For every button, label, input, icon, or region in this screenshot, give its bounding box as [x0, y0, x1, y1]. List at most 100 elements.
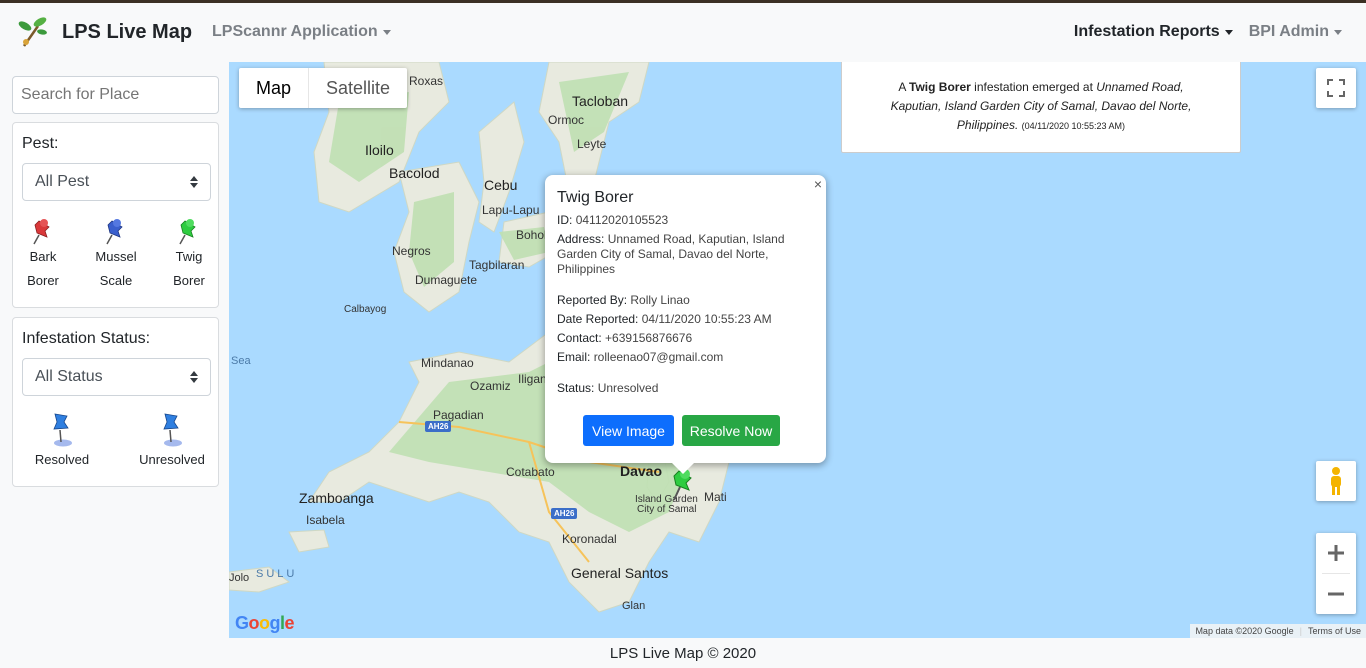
- map-label: Bacolod: [389, 165, 440, 181]
- highway-badge: AH26: [425, 421, 452, 432]
- pushpin-blue-icon: [106, 219, 123, 245]
- status-select[interactable]: All Status: [22, 358, 211, 396]
- report-middle: infestation emerged at: [974, 80, 1093, 94]
- pushpin-resolved-icon: [53, 413, 72, 447]
- select-arrows-icon: [190, 371, 198, 383]
- map-label: Davao: [620, 463, 663, 479]
- close-icon[interactable]: ×: [814, 176, 822, 192]
- legend-mussel-scale-line1: Mussel: [95, 249, 137, 264]
- map-label: Iloilo: [365, 142, 394, 158]
- report-timestamp: (04/11/2020 10:55:23 AM): [1021, 121, 1126, 131]
- zoom-control: [1316, 533, 1356, 614]
- map-label: Roxas: [409, 74, 444, 88]
- zoom-out-button[interactable]: [1316, 574, 1356, 614]
- legend-twig-borer-line2: Borer: [173, 273, 205, 288]
- map-label: Mindanao: [421, 356, 474, 370]
- legend-mussel-scale-line2: Scale: [99, 273, 133, 288]
- status-label: Infestation Status:: [22, 330, 151, 347]
- map-label: Cotabato: [506, 465, 555, 479]
- plus-icon: [1328, 545, 1344, 561]
- map-label: Ormoc: [548, 113, 584, 127]
- map-label: Jolo: [229, 572, 250, 584]
- map-type-toggle: Map Satellite: [239, 68, 408, 108]
- map-label: Ozamiz: [470, 379, 511, 393]
- info-status: Status: Unresolved: [557, 381, 659, 395]
- status-filter-card: Infestation Status: All Status Resolved …: [12, 317, 219, 487]
- fullscreen-icon: [1327, 79, 1345, 97]
- legend-unresolved-label: Unresolved: [139, 452, 205, 467]
- map-label: Cebu: [484, 177, 518, 193]
- attribution-text: Map data ©2020 Google: [1195, 626, 1294, 636]
- map-label: Pagadian: [433, 408, 484, 422]
- legend-resolved-label: Resolved: [34, 452, 90, 467]
- map-label: Mati: [704, 490, 727, 504]
- map-label: Iligan: [518, 372, 547, 386]
- caret-down-icon: [1334, 29, 1342, 35]
- map-label: Tagbilaran: [469, 258, 525, 272]
- info-contact: Contact: +639156876676: [557, 331, 693, 345]
- reports-menu-label: Infestation Reports: [1073, 23, 1220, 40]
- pest-select[interactable]: All Pest: [22, 163, 211, 201]
- map-label: Glan: [622, 600, 646, 612]
- status-select-value: All Status: [35, 368, 103, 385]
- legend-twig-borer-line1: Twig: [175, 249, 203, 264]
- map-label: Dumaguete: [415, 273, 478, 287]
- caret-down-icon: [382, 29, 391, 35]
- legend-bark-borer-line1: Bark: [29, 249, 57, 264]
- pest-filter-card: Pest: All Pest Bark Borer Mussel Scale T…: [12, 122, 219, 308]
- view-image-button[interactable]: View Image: [583, 415, 674, 446]
- latest-report-box: A Twig Borer infestation emerged at Unna…: [841, 62, 1241, 153]
- info-id: ID: 04112020105523: [557, 213, 669, 227]
- map-label: Zamboanga: [299, 490, 374, 506]
- app-logo-icon: [16, 16, 50, 50]
- brand[interactable]: LPS Live Map: [16, 16, 192, 50]
- map-label: Bohol: [516, 228, 547, 242]
- info-date: Date Reported: 04/11/2020 10:55:23 AM: [557, 312, 772, 326]
- navbar: LPS Live Map LPScannr Application Infest…: [0, 3, 1366, 62]
- sidebar: Pest: All Pest Bark Borer Mussel Scale: [0, 62, 229, 638]
- map-label: Koronadal: [562, 532, 617, 546]
- info-email: Email: rolleenao07@gmail.com: [557, 350, 724, 364]
- nav-right: Infestation Reports BPI Admin: [1074, 23, 1342, 41]
- legend-unresolved: Unresolved: [137, 412, 207, 472]
- zoom-in-button[interactable]: [1316, 533, 1356, 573]
- reports-menu-dropdown[interactable]: Infestation Reports: [1074, 23, 1233, 41]
- marker-info-window: × Twig Borer ID: 04112020105523 Address:…: [545, 175, 826, 474]
- info-title: Twig Borer: [557, 189, 634, 206]
- map-label: General Santos: [571, 565, 669, 581]
- map-label: Lapu-Lapu: [482, 203, 540, 217]
- street-view-button[interactable]: [1316, 461, 1356, 501]
- app-menu-label: LPScannr Application: [212, 23, 378, 40]
- google-logo[interactable]: Google: [235, 613, 295, 634]
- legend-mussel-scale: Mussel Scale: [93, 217, 139, 293]
- info-address: Address: Unnamed Road, Kaputian, Island …: [557, 232, 785, 276]
- map-canvas[interactable]: Map Satellite Roxas Tacloban Ormoc Iloil…: [229, 62, 1366, 638]
- map-type-satellite-button[interactable]: Satellite: [308, 68, 407, 108]
- pushpin-red-icon: [33, 219, 50, 245]
- info-reported-by: Reported By: Rolly Linao: [557, 293, 690, 307]
- pegman-icon: [1331, 467, 1341, 495]
- report-prefix: A: [898, 80, 906, 94]
- fullscreen-button[interactable]: [1316, 68, 1356, 108]
- search-place-input[interactable]: [12, 76, 219, 114]
- footer: LPS Live Map © 2020: [0, 638, 1366, 668]
- terms-link[interactable]: Terms of Use: [1308, 626, 1361, 636]
- app-menu-dropdown[interactable]: LPScannr Application: [212, 23, 391, 41]
- user-menu-dropdown[interactable]: BPI Admin: [1249, 23, 1342, 41]
- minus-icon: [1328, 592, 1344, 596]
- map-label: Calbayog: [344, 304, 387, 315]
- user-menu-label: BPI Admin: [1248, 23, 1329, 40]
- report-pest: Twig Borer: [909, 80, 971, 94]
- highway-badge: AH26: [551, 508, 578, 519]
- map-type-map-button[interactable]: Map: [239, 68, 308, 108]
- legend-twig-borer: Twig Borer: [171, 217, 207, 293]
- resolve-now-button[interactable]: Resolve Now: [682, 415, 780, 446]
- legend-resolved: Resolved: [27, 412, 97, 472]
- map-label: Negros: [392, 244, 431, 258]
- pest-label: Pest:: [22, 135, 59, 152]
- pushpin-unresolved-icon: [163, 413, 182, 447]
- map-label: City of Samal: [637, 504, 697, 515]
- pushpin-green-icon: [179, 219, 196, 245]
- map-label: Isabela: [306, 513, 345, 527]
- pest-select-value: All Pest: [35, 173, 90, 190]
